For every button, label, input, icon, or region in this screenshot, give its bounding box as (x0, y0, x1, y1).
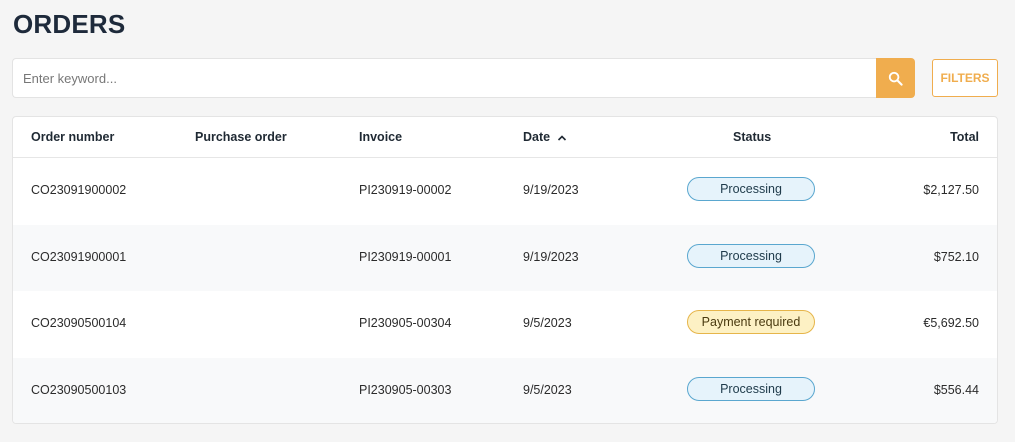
header-date-sort[interactable]: Date (523, 130, 567, 144)
search-bar (12, 58, 915, 98)
header-invoice[interactable]: Invoice (359, 130, 402, 144)
order-number-cell[interactable]: CO23090500104 (31, 316, 126, 330)
header-order-number[interactable]: Order number (31, 130, 114, 144)
status-badge: Processing (687, 376, 815, 401)
header-purchase-order[interactable]: Purchase order (195, 130, 287, 144)
status-badge: Processing (687, 243, 815, 268)
search-icon (888, 71, 903, 86)
filters-button[interactable]: FILTERS (932, 59, 998, 97)
header-total[interactable]: Total (950, 130, 979, 144)
status-badge: Processing (687, 177, 815, 201)
order-number-cell[interactable]: CO23091900002 (31, 183, 126, 197)
date-cell: 9/19/2023 (523, 249, 579, 264)
sort-ascending-icon (557, 135, 566, 141)
table-header: Order number Purchase order Invoice Date… (13, 117, 997, 158)
invoice-cell: PI230905-00303 (359, 382, 452, 397)
invoice-cell: PI230905-00304 (359, 316, 452, 330)
total-cell: €5,692.50 (923, 316, 979, 330)
total-cell: $556.44 (933, 382, 979, 397)
orders-table: Order number Purchase order Invoice Date… (12, 116, 998, 424)
order-number-cell[interactable]: CO23091900001 (31, 250, 126, 264)
date-cell: 9/5/2023 (523, 382, 572, 397)
search-input[interactable] (12, 58, 876, 98)
table-row[interactable]: CO23091900001 PI230919-00001 9/19/2023 P… (13, 224, 997, 291)
status-badge: Payment required (687, 310, 815, 334)
page-title: ORDERS (13, 9, 126, 39)
table-row[interactable]: CO23090500104 PI230905-00304 9/5/2023 Pa… (13, 291, 997, 358)
date-cell: 9/19/2023 (523, 183, 579, 197)
header-status[interactable]: Status (733, 130, 771, 144)
invoice-cell: PI230919-00001 (359, 249, 452, 264)
table-row[interactable]: CO23090500103 PI230905-00303 9/5/2023 Pr… (13, 357, 997, 423)
table-row[interactable]: CO23091900002 PI230919-00002 9/19/2023 P… (13, 158, 997, 225)
order-number-cell[interactable]: CO23090500103 (31, 383, 126, 397)
total-cell: $752.10 (933, 249, 979, 264)
date-cell: 9/5/2023 (523, 316, 572, 330)
search-button[interactable] (876, 58, 915, 98)
header-date: Date (523, 130, 551, 144)
total-cell: $2,127.50 (923, 183, 979, 197)
invoice-cell: PI230919-00002 (359, 183, 452, 197)
